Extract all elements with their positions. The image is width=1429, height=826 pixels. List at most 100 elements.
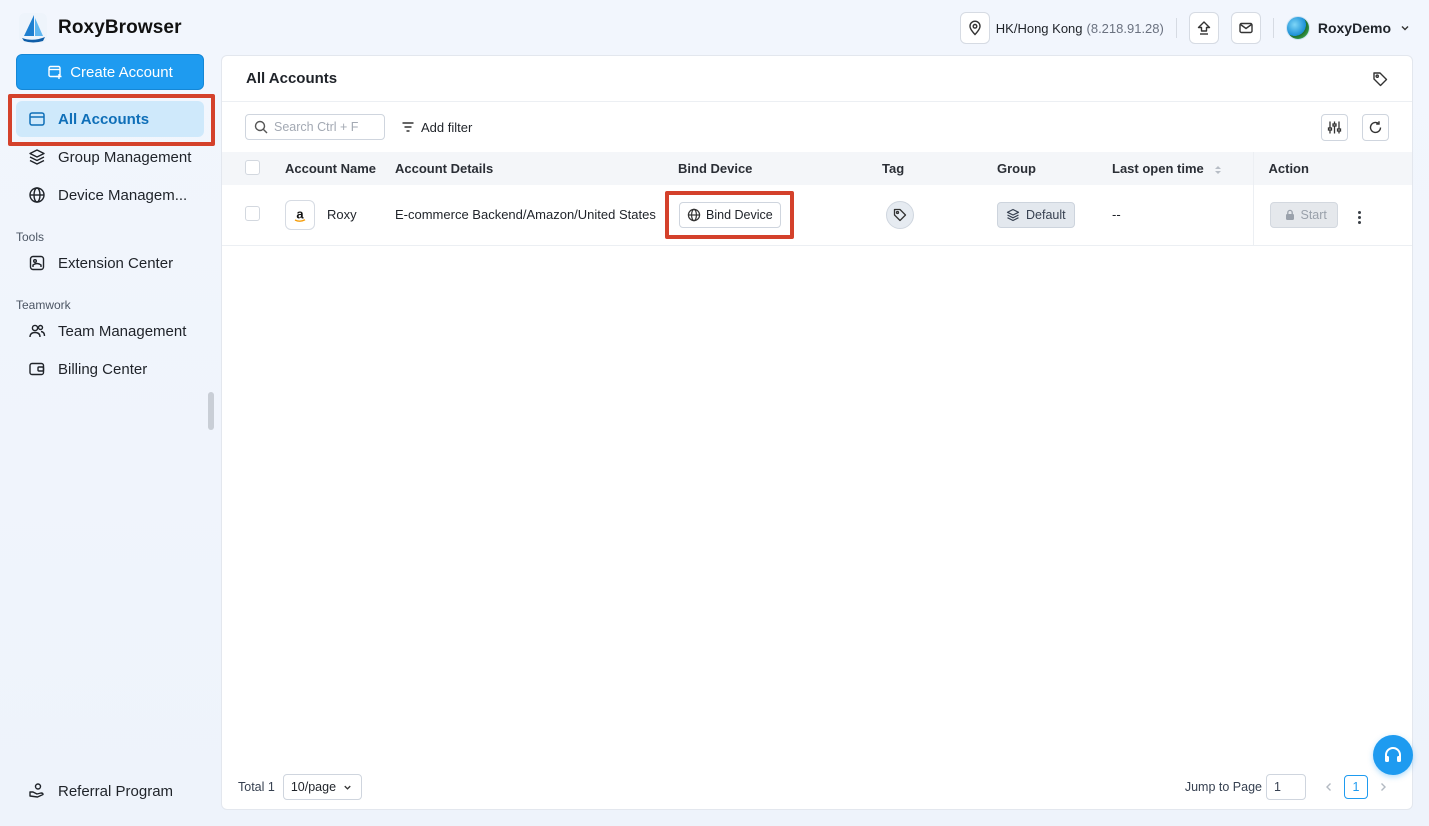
select-all-checkbox[interactable] bbox=[245, 159, 260, 175]
teamwork-heading: Teamwork bbox=[16, 298, 71, 312]
sidebar-item-label: Extension Center bbox=[58, 254, 174, 272]
layers-icon bbox=[1006, 208, 1020, 221]
team-icon bbox=[29, 324, 46, 338]
sidebar-item-extension-center[interactable]: Extension Center bbox=[16, 245, 204, 281]
chevron-left-icon bbox=[1326, 783, 1331, 791]
user-menu[interactable]: RoxyDemo bbox=[1285, 16, 1411, 40]
account-details: E-commerce Backend/Amazon/United States bbox=[395, 207, 656, 223]
col-account-details: Account Details bbox=[395, 161, 494, 176]
sidebar-item-label: All Accounts bbox=[58, 110, 150, 128]
add-filter-label: Add filter bbox=[421, 119, 473, 135]
account-name: Roxy bbox=[327, 207, 357, 223]
main-panel: All Accounts Add filter bbox=[221, 55, 1413, 810]
tag-manage-icon[interactable] bbox=[1372, 71, 1388, 87]
total-count: Total 1 bbox=[238, 780, 275, 794]
location-button[interactable] bbox=[959, 12, 990, 44]
sidebar-item-group-management[interactable]: Group Management bbox=[16, 139, 204, 175]
location-text: HK/Hong Kong bbox=[995, 20, 1083, 36]
col-action: Action bbox=[1252, 152, 1412, 185]
sidebar-scrollbar[interactable] bbox=[208, 392, 214, 430]
extension-icon bbox=[29, 255, 45, 271]
account-name-cell: a Roxy bbox=[285, 185, 395, 245]
main-header: All Accounts bbox=[222, 56, 1412, 102]
bind-device-button[interactable]: Bind Device bbox=[679, 201, 781, 228]
refresh-button[interactable] bbox=[1362, 113, 1389, 141]
col-bind-device: Bind Device bbox=[678, 161, 753, 176]
divider bbox=[1175, 18, 1177, 38]
app-logo: RoxyBrowser bbox=[18, 12, 182, 44]
col-last-open-time[interactable]: Last open time bbox=[1112, 152, 1253, 185]
search-box[interactable] bbox=[245, 114, 385, 140]
sidebar-item-device-management[interactable]: Device Managem... bbox=[16, 177, 204, 213]
more-options-icon[interactable] bbox=[1357, 210, 1361, 224]
upload-button[interactable] bbox=[1188, 12, 1219, 44]
col-last-open-label: Last open time bbox=[1112, 161, 1204, 176]
add-window-icon bbox=[48, 65, 62, 79]
create-account-label: Create Account bbox=[70, 63, 173, 81]
wallet-icon bbox=[29, 362, 45, 376]
chevron-down-icon bbox=[344, 785, 351, 790]
group-badge: Default bbox=[997, 201, 1075, 228]
sidebar-item-label: Billing Center bbox=[58, 360, 148, 378]
sidebar-item-team-management[interactable]: Team Management bbox=[16, 313, 204, 349]
column-settings-button[interactable] bbox=[1321, 113, 1348, 141]
lock-icon bbox=[1285, 209, 1294, 220]
col-account-name: Account Name bbox=[285, 161, 377, 176]
add-tag-button[interactable] bbox=[886, 200, 914, 229]
chevron-down-icon bbox=[1401, 26, 1409, 31]
col-group: Group bbox=[997, 161, 1036, 176]
toolbar: Add filter bbox=[222, 102, 1412, 152]
location-pin-icon bbox=[969, 20, 981, 36]
table-header: Account Name Account Details Bind Device… bbox=[222, 152, 1412, 185]
page-number-current[interactable]: 1 bbox=[1344, 775, 1368, 799]
sidebar-item-referral-program[interactable]: Referral Program bbox=[16, 773, 204, 809]
tag-icon bbox=[893, 208, 907, 221]
amazon-logo-icon: a bbox=[285, 199, 315, 230]
globe-icon bbox=[29, 187, 45, 203]
create-account-button[interactable]: Create Account bbox=[16, 54, 204, 90]
globe-icon bbox=[687, 208, 701, 221]
user-name: RoxyDemo bbox=[1317, 20, 1391, 36]
top-bar-actions: HK/Hong Kong (8.218.91.28) RoxyDemo bbox=[959, 12, 1411, 44]
jump-page-input[interactable]: 1 bbox=[1266, 774, 1306, 800]
window-icon bbox=[29, 112, 45, 126]
row-checkbox[interactable] bbox=[245, 205, 260, 221]
group-name: Default bbox=[1026, 207, 1066, 222]
mail-button[interactable] bbox=[1230, 12, 1261, 44]
table-row: a Roxy E-commerce Backend/Amazon/United … bbox=[222, 185, 1412, 245]
referral-hand-icon bbox=[29, 783, 44, 798]
search-icon bbox=[254, 120, 268, 134]
sidebar-item-all-accounts[interactable]: All Accounts bbox=[16, 101, 204, 137]
app-name: RoxyBrowser bbox=[58, 17, 182, 38]
mail-icon bbox=[1239, 22, 1253, 34]
col-tag: Tag bbox=[882, 161, 905, 176]
pagination-footer: Total 1 10/page Jump to Page 1 1 bbox=[222, 765, 1412, 809]
sidebar-item-label: Team Management bbox=[58, 322, 187, 340]
next-page-button[interactable] bbox=[1370, 774, 1396, 800]
accounts-table: Account Name Account Details Bind Device… bbox=[222, 152, 1412, 246]
ip-text: (8.218.91.28) bbox=[1086, 20, 1164, 36]
avatar bbox=[1285, 16, 1310, 40]
upload-icon bbox=[1197, 21, 1211, 35]
divider bbox=[1272, 18, 1274, 38]
add-filter-button[interactable]: Add filter bbox=[401, 120, 472, 135]
support-chat-button[interactable] bbox=[1373, 735, 1413, 775]
bind-device-label: Bind Device bbox=[706, 207, 773, 222]
last-open-time: -- bbox=[1112, 207, 1121, 223]
search-input[interactable] bbox=[274, 120, 379, 134]
start-button[interactable]: Start bbox=[1269, 201, 1338, 228]
sidebar-item-billing-center[interactable]: Billing Center bbox=[16, 351, 204, 387]
app-window: RoxyBrowser HK/Hong Kong (8.218.91.28) R… bbox=[0, 0, 1429, 826]
sidebar-item-label: Group Management bbox=[58, 148, 192, 166]
prev-page-button[interactable] bbox=[1316, 774, 1342, 800]
refresh-icon bbox=[1369, 120, 1382, 133]
start-label: Start bbox=[1300, 207, 1327, 222]
headset-icon bbox=[1385, 747, 1401, 762]
page-size-value: 10/page bbox=[290, 780, 337, 794]
jump-to-page-label: Jump to Page bbox=[1184, 780, 1262, 794]
sort-icon bbox=[1215, 165, 1222, 174]
sail-logo-icon bbox=[19, 13, 47, 43]
page-size-select[interactable]: 10/page bbox=[282, 774, 362, 800]
chevron-right-icon bbox=[1381, 783, 1386, 791]
sliders-icon bbox=[1327, 121, 1342, 133]
